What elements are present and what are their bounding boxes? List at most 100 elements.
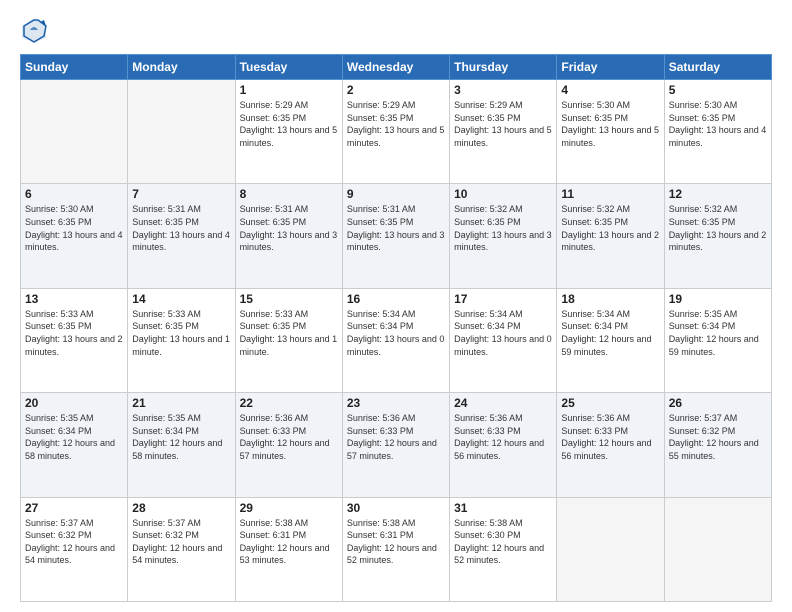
day-number: 13	[25, 292, 123, 306]
calendar-cell: 19 Sunrise: 5:35 AM Sunset: 6:34 PM Dayli…	[664, 288, 771, 392]
day-number: 31	[454, 501, 552, 515]
calendar-cell: 20 Sunrise: 5:35 AM Sunset: 6:34 PM Dayli…	[21, 393, 128, 497]
calendar-cell: 18 Sunrise: 5:34 AM Sunset: 6:34 PM Dayli…	[557, 288, 664, 392]
calendar-cell: 9 Sunrise: 5:31 AM Sunset: 6:35 PM Daylig…	[342, 184, 449, 288]
day-number: 9	[347, 187, 445, 201]
day-number: 7	[132, 187, 230, 201]
calendar-week-row: 27 Sunrise: 5:37 AM Sunset: 6:32 PM Dayli…	[21, 497, 772, 601]
day-number: 20	[25, 396, 123, 410]
calendar-cell: 29 Sunrise: 5:38 AM Sunset: 6:31 PM Dayli…	[235, 497, 342, 601]
day-number: 23	[347, 396, 445, 410]
calendar-cell: 30 Sunrise: 5:38 AM Sunset: 6:31 PM Dayli…	[342, 497, 449, 601]
calendar-week-row: 13 Sunrise: 5:33 AM Sunset: 6:35 PM Dayli…	[21, 288, 772, 392]
day-number: 10	[454, 187, 552, 201]
calendar-cell: 22 Sunrise: 5:36 AM Sunset: 6:33 PM Dayli…	[235, 393, 342, 497]
calendar-cell: 24 Sunrise: 5:36 AM Sunset: 6:33 PM Dayli…	[450, 393, 557, 497]
day-number: 4	[561, 83, 659, 97]
calendar-week-row: 20 Sunrise: 5:35 AM Sunset: 6:34 PM Dayli…	[21, 393, 772, 497]
calendar-cell	[128, 80, 235, 184]
calendar-cell: 6 Sunrise: 5:30 AM Sunset: 6:35 PM Daylig…	[21, 184, 128, 288]
day-number: 26	[669, 396, 767, 410]
day-info: Sunrise: 5:38 AM Sunset: 6:31 PM Dayligh…	[347, 517, 445, 567]
calendar-cell: 4 Sunrise: 5:30 AM Sunset: 6:35 PM Daylig…	[557, 80, 664, 184]
day-info: Sunrise: 5:30 AM Sunset: 6:35 PM Dayligh…	[25, 203, 123, 253]
calendar-cell	[664, 497, 771, 601]
calendar-week-row: 1 Sunrise: 5:29 AM Sunset: 6:35 PM Daylig…	[21, 80, 772, 184]
day-info: Sunrise: 5:36 AM Sunset: 6:33 PM Dayligh…	[561, 412, 659, 462]
weekday-header-sunday: Sunday	[21, 55, 128, 80]
day-number: 16	[347, 292, 445, 306]
day-info: Sunrise: 5:36 AM Sunset: 6:33 PM Dayligh…	[454, 412, 552, 462]
day-info: Sunrise: 5:32 AM Sunset: 6:35 PM Dayligh…	[561, 203, 659, 253]
day-number: 28	[132, 501, 230, 515]
day-info: Sunrise: 5:29 AM Sunset: 6:35 PM Dayligh…	[347, 99, 445, 149]
calendar-cell: 7 Sunrise: 5:31 AM Sunset: 6:35 PM Daylig…	[128, 184, 235, 288]
day-number: 11	[561, 187, 659, 201]
logo	[20, 16, 52, 44]
day-info: Sunrise: 5:36 AM Sunset: 6:33 PM Dayligh…	[347, 412, 445, 462]
calendar-cell: 1 Sunrise: 5:29 AM Sunset: 6:35 PM Daylig…	[235, 80, 342, 184]
day-number: 30	[347, 501, 445, 515]
day-number: 17	[454, 292, 552, 306]
calendar-cell: 15 Sunrise: 5:33 AM Sunset: 6:35 PM Dayli…	[235, 288, 342, 392]
calendar-cell: 17 Sunrise: 5:34 AM Sunset: 6:34 PM Dayli…	[450, 288, 557, 392]
day-number: 29	[240, 501, 338, 515]
page: SundayMondayTuesdayWednesdayThursdayFrid…	[0, 0, 792, 612]
calendar-cell: 28Sunrise: 5:37 AM Sunset: 6:32 PM Dayli…	[128, 497, 235, 601]
day-number: 25	[561, 396, 659, 410]
calendar-cell: 3Sunrise: 5:29 AM Sunset: 6:35 PM Daylig…	[450, 80, 557, 184]
day-info: Sunrise: 5:34 AM Sunset: 6:34 PM Dayligh…	[454, 308, 552, 358]
day-info: Sunrise: 5:34 AM Sunset: 6:34 PM Dayligh…	[561, 308, 659, 358]
day-number: 18	[561, 292, 659, 306]
calendar-cell: 23 Sunrise: 5:36 AM Sunset: 6:33 PM Dayli…	[342, 393, 449, 497]
calendar-cell: 27 Sunrise: 5:37 AM Sunset: 6:32 PM Dayli…	[21, 497, 128, 601]
day-info: Sunrise: 5:38 AM Sunset: 6:31 PM Dayligh…	[240, 517, 338, 567]
day-number: 27	[25, 501, 123, 515]
weekday-header-friday: Friday	[557, 55, 664, 80]
weekday-header-tuesday: Tuesday	[235, 55, 342, 80]
day-info: Sunrise: 5:37 AM Sunset: 6:32 PM Dayligh…	[25, 517, 123, 567]
day-info: Sunrise: 5:32 AM Sunset: 6:35 PM Dayligh…	[669, 203, 767, 253]
calendar-cell: 5Sunrise: 5:30 AM Sunset: 6:35 PM Daylig…	[664, 80, 771, 184]
calendar-cell: 26 Sunrise: 5:37 AM Sunset: 6:32 PM Dayli…	[664, 393, 771, 497]
weekday-header-saturday: Saturday	[664, 55, 771, 80]
day-info: Sunrise: 5:35 AM Sunset: 6:34 PM Dayligh…	[25, 412, 123, 462]
day-number: 8	[240, 187, 338, 201]
day-info: Sunrise: 5:31 AM Sunset: 6:35 PM Dayligh…	[347, 203, 445, 253]
calendar-cell	[21, 80, 128, 184]
day-info: Sunrise: 5:33 AM Sunset: 6:35 PM Dayligh…	[132, 308, 230, 358]
day-info: Sunrise: 5:31 AM Sunset: 6:35 PM Dayligh…	[240, 203, 338, 253]
day-number: 19	[669, 292, 767, 306]
day-info: Sunrise: 5:35 AM Sunset: 6:34 PM Dayligh…	[132, 412, 230, 462]
logo-icon	[20, 16, 48, 44]
day-info: Sunrise: 5:36 AM Sunset: 6:33 PM Dayligh…	[240, 412, 338, 462]
day-info: Sunrise: 5:37 AM Sunset: 6:32 PM Dayligh…	[669, 412, 767, 462]
day-info: Sunrise: 5:30 AM Sunset: 6:35 PM Dayligh…	[561, 99, 659, 149]
day-info: Sunrise: 5:31 AM Sunset: 6:35 PM Dayligh…	[132, 203, 230, 253]
day-info: Sunrise: 5:33 AM Sunset: 6:35 PM Dayligh…	[240, 308, 338, 358]
day-number: 24	[454, 396, 552, 410]
calendar-cell: 31Sunrise: 5:38 AM Sunset: 6:30 PM Dayli…	[450, 497, 557, 601]
day-number: 14	[132, 292, 230, 306]
day-info: Sunrise: 5:30 AM Sunset: 6:35 PM Dayligh…	[669, 99, 767, 149]
calendar-cell: 8 Sunrise: 5:31 AM Sunset: 6:35 PM Daylig…	[235, 184, 342, 288]
day-info: Sunrise: 5:29 AM Sunset: 6:35 PM Dayligh…	[240, 99, 338, 149]
day-info: Sunrise: 5:35 AM Sunset: 6:34 PM Dayligh…	[669, 308, 767, 358]
day-number: 1	[240, 83, 338, 97]
weekday-header-monday: Monday	[128, 55, 235, 80]
calendar-cell: 11 Sunrise: 5:32 AM Sunset: 6:35 PM Dayli…	[557, 184, 664, 288]
day-number: 15	[240, 292, 338, 306]
calendar-cell: 14 Sunrise: 5:33 AM Sunset: 6:35 PM Dayli…	[128, 288, 235, 392]
day-info: Sunrise: 5:34 AM Sunset: 6:34 PM Dayligh…	[347, 308, 445, 358]
calendar-cell: 21Sunrise: 5:35 AM Sunset: 6:34 PM Dayli…	[128, 393, 235, 497]
calendar-cell: 16 Sunrise: 5:34 AM Sunset: 6:34 PM Dayli…	[342, 288, 449, 392]
weekday-header-thursday: Thursday	[450, 55, 557, 80]
day-number: 22	[240, 396, 338, 410]
day-number: 2	[347, 83, 445, 97]
day-info: Sunrise: 5:33 AM Sunset: 6:35 PM Dayligh…	[25, 308, 123, 358]
calendar-cell	[557, 497, 664, 601]
day-info: Sunrise: 5:29 AM Sunset: 6:35 PM Dayligh…	[454, 99, 552, 149]
day-number: 6	[25, 187, 123, 201]
day-number: 12	[669, 187, 767, 201]
calendar-week-row: 6 Sunrise: 5:30 AM Sunset: 6:35 PM Daylig…	[21, 184, 772, 288]
